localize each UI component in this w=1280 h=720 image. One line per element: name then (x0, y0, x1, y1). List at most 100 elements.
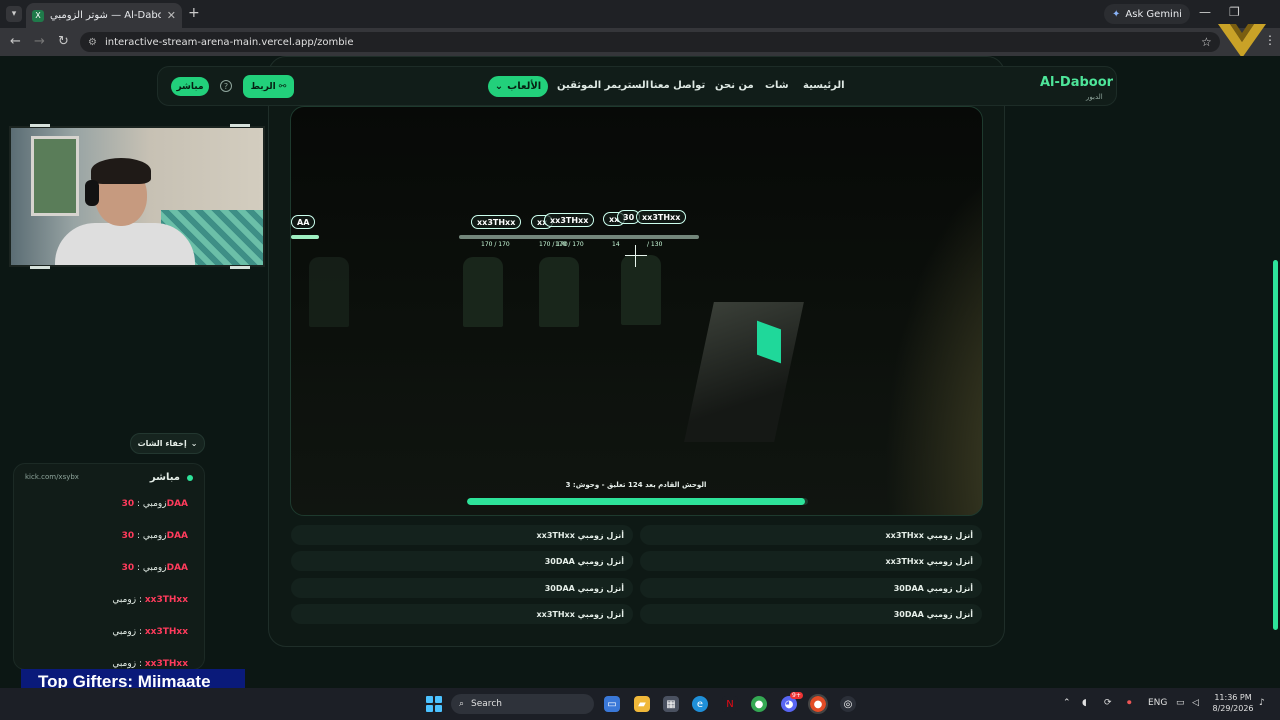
live-button[interactable]: مباشر (171, 77, 209, 96)
gemini-sparkle-icon: ✦ (1112, 8, 1121, 20)
event-row: 30DAA أنزل زومبي (640, 604, 982, 624)
player-weapon (684, 302, 804, 442)
webcam-frame-corner (30, 124, 50, 127)
chat-message: زومبي : xx3THxx (112, 595, 188, 605)
nav-verified-streamers[interactable]: الستريمر الموثقين (557, 80, 649, 91)
nav-contact[interactable]: تواصل معنا (650, 80, 705, 91)
tray-mic-icon[interactable]: ⏺ (1127, 698, 1132, 708)
live-dot-icon (187, 475, 193, 481)
zombie-nametag: AA (291, 215, 316, 229)
chat-text: زومبي (112, 595, 137, 605)
nav-about[interactable]: من نحن (715, 80, 754, 91)
chat-username: xx3THxx (144, 627, 188, 637)
chevron-down-icon: ⌄ (494, 81, 504, 92)
zombie-hp-label: 170 / 170 (555, 241, 584, 248)
tray-chevron-up-icon[interactable]: ⌃ (1063, 698, 1071, 708)
chrome-icon[interactable]: ● (751, 696, 767, 712)
chat-message: زومبي : xx3THxx (112, 659, 188, 669)
ask-gemini-label: Ask Gemini (1125, 8, 1182, 20)
tray-sync-icon[interactable]: ⟳ (1104, 698, 1112, 708)
hide-chat-button[interactable]: إخفاء الشات ⌄ (130, 433, 205, 454)
clock-time: 11:36 PM (1214, 693, 1252, 702)
nav-home[interactable]: الرئيسية (803, 80, 845, 91)
event-row: xx3THxx أنزل زومبي (291, 525, 633, 545)
forward-button[interactable]: → (34, 34, 45, 49)
link-label: الربط (250, 81, 276, 92)
chat-text: زومبي (112, 627, 137, 637)
webcam-frame-corner (230, 266, 250, 269)
zombie-hp-bar (291, 235, 319, 239)
scrollbar-thumb[interactable] (1273, 260, 1278, 630)
chat-text: زومبي (142, 563, 167, 573)
chat-live-label: مباشر (149, 472, 180, 483)
webcam-frame-corner (30, 266, 50, 269)
new-tab-button[interactable]: + (188, 5, 200, 21)
edge-icon[interactable]: e (692, 696, 708, 712)
chevron-down-icon: ⌄ (190, 439, 198, 448)
chat-username: xx3THxx (144, 595, 188, 605)
brand-logo[interactable]: Al-Daboor (1040, 75, 1113, 90)
tab-title: شوتر الزومبي — Al-Daboor (50, 10, 161, 21)
file-explorer-icon[interactable]: ▰ (634, 696, 650, 712)
zombie-hp-label: 170 / 170 (481, 241, 510, 248)
chat-message: زومبي : 30DAA (121, 531, 188, 541)
language-indicator[interactable]: ENG (1148, 698, 1167, 708)
chat-channel-url[interactable]: kick.com/xsybx (25, 473, 79, 481)
event-row: 30DAA أنزل زومبي (291, 578, 633, 598)
network-icon[interactable]: ▭ (1176, 698, 1185, 708)
taskbar-clock[interactable]: 11:36 PM 8/29/2026 (1208, 692, 1258, 714)
help-icon[interactable]: ? (220, 80, 232, 92)
site-info-icon[interactable]: ⚙ (88, 37, 97, 48)
site-favicon-icon: X (32, 9, 44, 22)
tray-audio-icon[interactable]: ◖ (1082, 698, 1087, 708)
webcam-overlay (9, 126, 265, 267)
discord-badge: 9+ (790, 692, 803, 699)
task-view-icon[interactable]: ▭ (604, 696, 620, 712)
game-canvas[interactable]: AA xx3THxx xx xx3THxx xx 30 xx3THxx 170 … (290, 106, 983, 516)
next-wave-text: الوحش القادم بعد 124 تعليق - وحوش: 3 (565, 481, 707, 489)
reload-button[interactable]: ↻ (58, 34, 69, 49)
webcam-person-body (55, 223, 195, 265)
tab-search-button[interactable]: ▾ (6, 6, 22, 22)
obs-icon[interactable]: ◎ (840, 696, 856, 712)
crosshair-icon (625, 245, 647, 267)
link-button[interactable]: الربط ⚯ (243, 75, 294, 98)
ask-gemini-button[interactable]: ✦ Ask Gemini (1104, 4, 1190, 24)
url-bar[interactable]: ⚙ interactive-stream-arena-main.vercel.a… (80, 32, 1220, 52)
tab-close-icon[interactable]: ✕ (167, 9, 176, 22)
event-row: xx3THxx أنزل زومبي (640, 525, 982, 545)
chat-text: زومبي (142, 531, 167, 541)
chat-panel: مباشر kick.com/xsybx زومبي : 30DAA زومبي… (13, 463, 205, 670)
windows-start-icon[interactable] (426, 696, 442, 712)
streamer-logo-icon (1218, 24, 1266, 58)
webcam-person-hair (91, 158, 151, 184)
event-row: 30DAA أنزل زومبي (640, 578, 982, 598)
taskbar-search[interactable]: ⌕ Search (451, 694, 594, 714)
taskbar-search-label: Search (471, 699, 502, 709)
chrome-canary-icon[interactable]: ● (808, 694, 828, 714)
zombie-nametag: xx3THxx (471, 215, 522, 229)
nav-games-dropdown[interactable]: ⌄ الألعاب (488, 76, 548, 97)
chat-message: زومبي : 30DAA (121, 499, 188, 509)
store-icon[interactable]: ▦ (663, 696, 679, 712)
nav-chat[interactable]: شات (765, 80, 789, 91)
back-button[interactable]: ← (10, 34, 21, 49)
hide-chat-label: إخفاء الشات (137, 439, 187, 448)
zombie-nametag: xx3THxx (544, 213, 595, 227)
restore-button[interactable]: ❐ (1229, 5, 1240, 19)
browser-tab[interactable]: X شوتر الزومبي — Al-Daboor ✕ (26, 3, 182, 28)
bookmark-star-icon[interactable]: ☆ (1201, 35, 1212, 49)
brand-subtitle: الدبور (1086, 93, 1103, 101)
webcam-window (31, 136, 79, 216)
minimize-button[interactable]: — (1199, 5, 1211, 19)
event-row: xx3THxx أنزل زومبي (640, 551, 982, 571)
notification-bell-icon[interactable]: ♪ (1259, 698, 1265, 708)
search-icon: ⌕ (459, 699, 465, 709)
event-row: 30DAA أنزل زومبي (291, 551, 633, 571)
games-label: الألعاب (507, 81, 542, 92)
netflix-icon[interactable]: N (722, 696, 738, 712)
link-icon: ⚯ (278, 81, 287, 92)
event-row: xx3THxx أنزل زومبي (291, 604, 633, 624)
volume-icon[interactable]: ◁ (1192, 698, 1199, 708)
zombie-hp-label: / 130 (647, 241, 663, 248)
